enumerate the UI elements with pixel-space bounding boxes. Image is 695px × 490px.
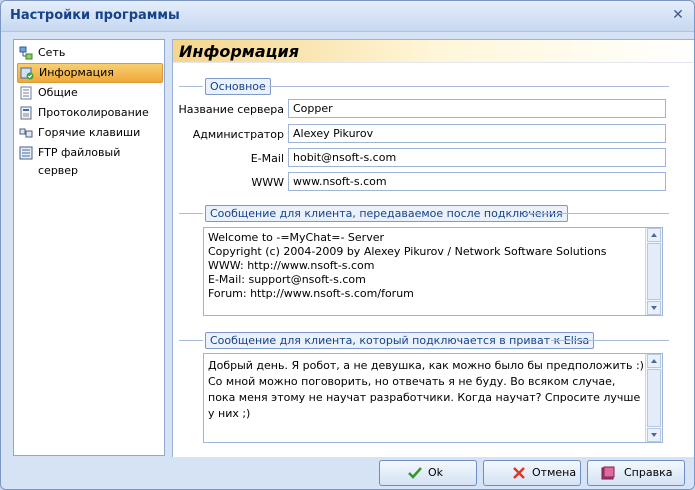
server-name-field[interactable]: Copper: [288, 99, 666, 118]
ok-label: Ok: [428, 466, 444, 479]
keyboard-icon: [19, 128, 33, 138]
sidebar-item-information[interactable]: Информация: [17, 63, 163, 83]
info-icon: [20, 67, 34, 80]
email-field[interactable]: hobit@nsoft-s.com: [288, 148, 666, 167]
connect-message-text: Welcome to -=MyChat=- Server Copyright (…: [208, 231, 607, 300]
scroll-down-icon[interactable]: [647, 428, 661, 442]
group-divider: [179, 340, 203, 341]
button-bar: Ok Отмена Справка: [1, 457, 694, 489]
scroll-up-icon[interactable]: [647, 228, 661, 242]
group-divider: [525, 213, 669, 214]
group-divider: [179, 86, 203, 87]
group-divider: [551, 340, 669, 341]
www-label: WWW: [251, 176, 284, 189]
connect-message-scrollbar[interactable]: [645, 228, 662, 315]
sidebar-item-label: Протоколирование: [38, 106, 149, 119]
basic-group-legend: Основное: [205, 78, 271, 95]
email-label: E-Mail: [250, 152, 284, 165]
title-bar: Настройки программы ✕: [1, 1, 694, 32]
panel-header: Информация: [173, 40, 694, 63]
connect-message-legend: Сообщение для клиента, передаваемое посл…: [205, 205, 568, 222]
sidebar-item-network[interactable]: Сеть: [17, 44, 161, 62]
check-icon: [408, 467, 422, 479]
settings-panel: Информация Основное Название сервера Cop…: [172, 39, 694, 458]
administrator-field[interactable]: Alexey Pikurov: [288, 124, 666, 143]
client-area: Сеть Информация Общие Протоколирование Г…: [9, 37, 694, 458]
sidebar-item-general[interactable]: Общие: [17, 84, 161, 102]
close-icon[interactable]: ✕: [670, 7, 686, 23]
ftp-icon: [19, 146, 33, 160]
log-icon: [20, 106, 32, 120]
sidebar-item-logging[interactable]: Протоколирование: [17, 104, 161, 122]
private-message-textarea[interactable]: Добрый день. Я робот, а не девушка, как …: [203, 353, 663, 443]
sidebar: Сеть Информация Общие Протоколирование Г…: [13, 39, 165, 456]
private-message-scrollbar[interactable]: [645, 354, 662, 442]
scroll-down-icon[interactable]: [647, 301, 661, 315]
help-button[interactable]: Справка: [587, 460, 685, 486]
document-icon: [20, 86, 32, 100]
sidebar-item-ftp[interactable]: FTP файловый сервер: [17, 144, 161, 177]
network-icon: [19, 46, 33, 60]
sidebar-item-label: Информация: [39, 66, 114, 79]
book-icon: [601, 466, 615, 480]
sidebar-item-hotkeys[interactable]: Горячие клавиши: [17, 124, 161, 142]
cancel-icon: [513, 467, 525, 479]
sidebar-item-label: Горячие клавиши: [38, 126, 141, 139]
group-divider: [269, 86, 669, 87]
ok-button[interactable]: Ok: [379, 460, 477, 486]
panel-title: Информация: [179, 42, 299, 61]
scroll-thumb[interactable]: [647, 369, 661, 427]
settings-window: Настройки программы ✕ Сеть Информация Об…: [0, 0, 695, 490]
group-divider: [179, 213, 203, 214]
cancel-label: Отмена: [532, 466, 577, 479]
help-label: Справка: [624, 466, 673, 479]
scroll-up-icon[interactable]: [647, 354, 661, 368]
private-message-legend: Сообщение для клиента, который подключае…: [205, 332, 595, 349]
window-title: Настройки программы: [10, 8, 180, 23]
administrator-label: Администратор: [192, 128, 284, 141]
www-field[interactable]: www.nsoft-s.com: [288, 172, 666, 191]
sidebar-item-label: Сеть: [38, 46, 66, 59]
sidebar-item-label: Общие: [38, 86, 78, 99]
connect-message-textarea[interactable]: Welcome to -=MyChat=- Server Copyright (…: [203, 227, 663, 316]
scroll-thumb[interactable]: [647, 243, 661, 300]
server-name-label: Название сервера: [178, 103, 284, 116]
sidebar-item-label: FTP файловый сервер: [38, 146, 121, 177]
private-message-text: Добрый день. Я робот, а не девушка, как …: [208, 359, 644, 420]
cancel-button[interactable]: Отмена: [483, 460, 581, 486]
